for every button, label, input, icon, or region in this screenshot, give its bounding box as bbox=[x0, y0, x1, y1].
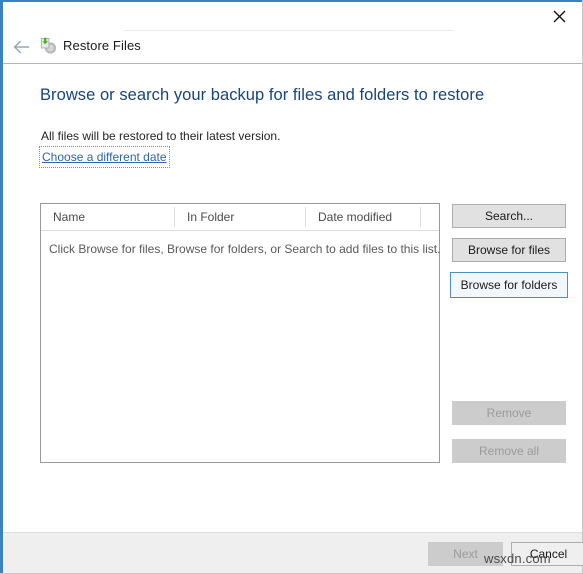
remove-all-button-label: Remove all bbox=[478, 444, 540, 458]
content-area: Browse or search your backup for files a… bbox=[3, 64, 582, 532]
list-column-headers: Name In Folder Date modified bbox=[41, 204, 439, 231]
watermark: wsxdn.com bbox=[484, 551, 551, 566]
choose-different-date-label: Choose a different date bbox=[42, 150, 167, 164]
restore-file-list[interactable]: Name In Folder Date modified Click Brows… bbox=[40, 203, 440, 463]
remove-button: Remove bbox=[452, 401, 566, 425]
next-button-label: Next bbox=[453, 547, 478, 561]
window-title: Restore Files bbox=[63, 38, 141, 53]
browse-for-files-label: Browse for files bbox=[467, 243, 551, 257]
title-bar bbox=[3, 2, 582, 32]
browse-for-folders-label: Browse for folders bbox=[460, 278, 558, 292]
page-title: Browse or search your backup for files a… bbox=[40, 86, 485, 104]
browse-for-files-button[interactable]: Browse for files bbox=[452, 238, 566, 262]
remove-button-label: Remove bbox=[486, 406, 532, 420]
back-arrow-icon bbox=[13, 40, 29, 54]
browse-for-folders-button[interactable]: Browse for folders bbox=[450, 272, 568, 298]
choose-different-date-link[interactable]: Choose a different date bbox=[39, 146, 170, 168]
close-button[interactable] bbox=[537, 2, 581, 31]
search-button[interactable]: Search... bbox=[452, 204, 566, 228]
column-header-name[interactable]: Name bbox=[41, 204, 174, 230]
remove-all-button: Remove all bbox=[452, 439, 566, 463]
back-button[interactable] bbox=[8, 35, 34, 59]
column-header-date-modified[interactable]: Date modified bbox=[306, 204, 420, 230]
navigation-bar: Restore Files bbox=[3, 31, 582, 63]
search-button-label: Search... bbox=[484, 209, 534, 223]
column-header-extra[interactable] bbox=[421, 204, 439, 230]
column-header-in-folder[interactable]: In Folder bbox=[175, 204, 305, 230]
restore-files-icon bbox=[39, 37, 57, 55]
restore-version-note: All files will be restored to their late… bbox=[41, 129, 281, 143]
close-icon bbox=[553, 10, 565, 23]
list-empty-message: Click Browse for files, Browse for folde… bbox=[49, 242, 441, 256]
restore-files-window: Restore Files Browse or search your back… bbox=[0, 0, 583, 574]
